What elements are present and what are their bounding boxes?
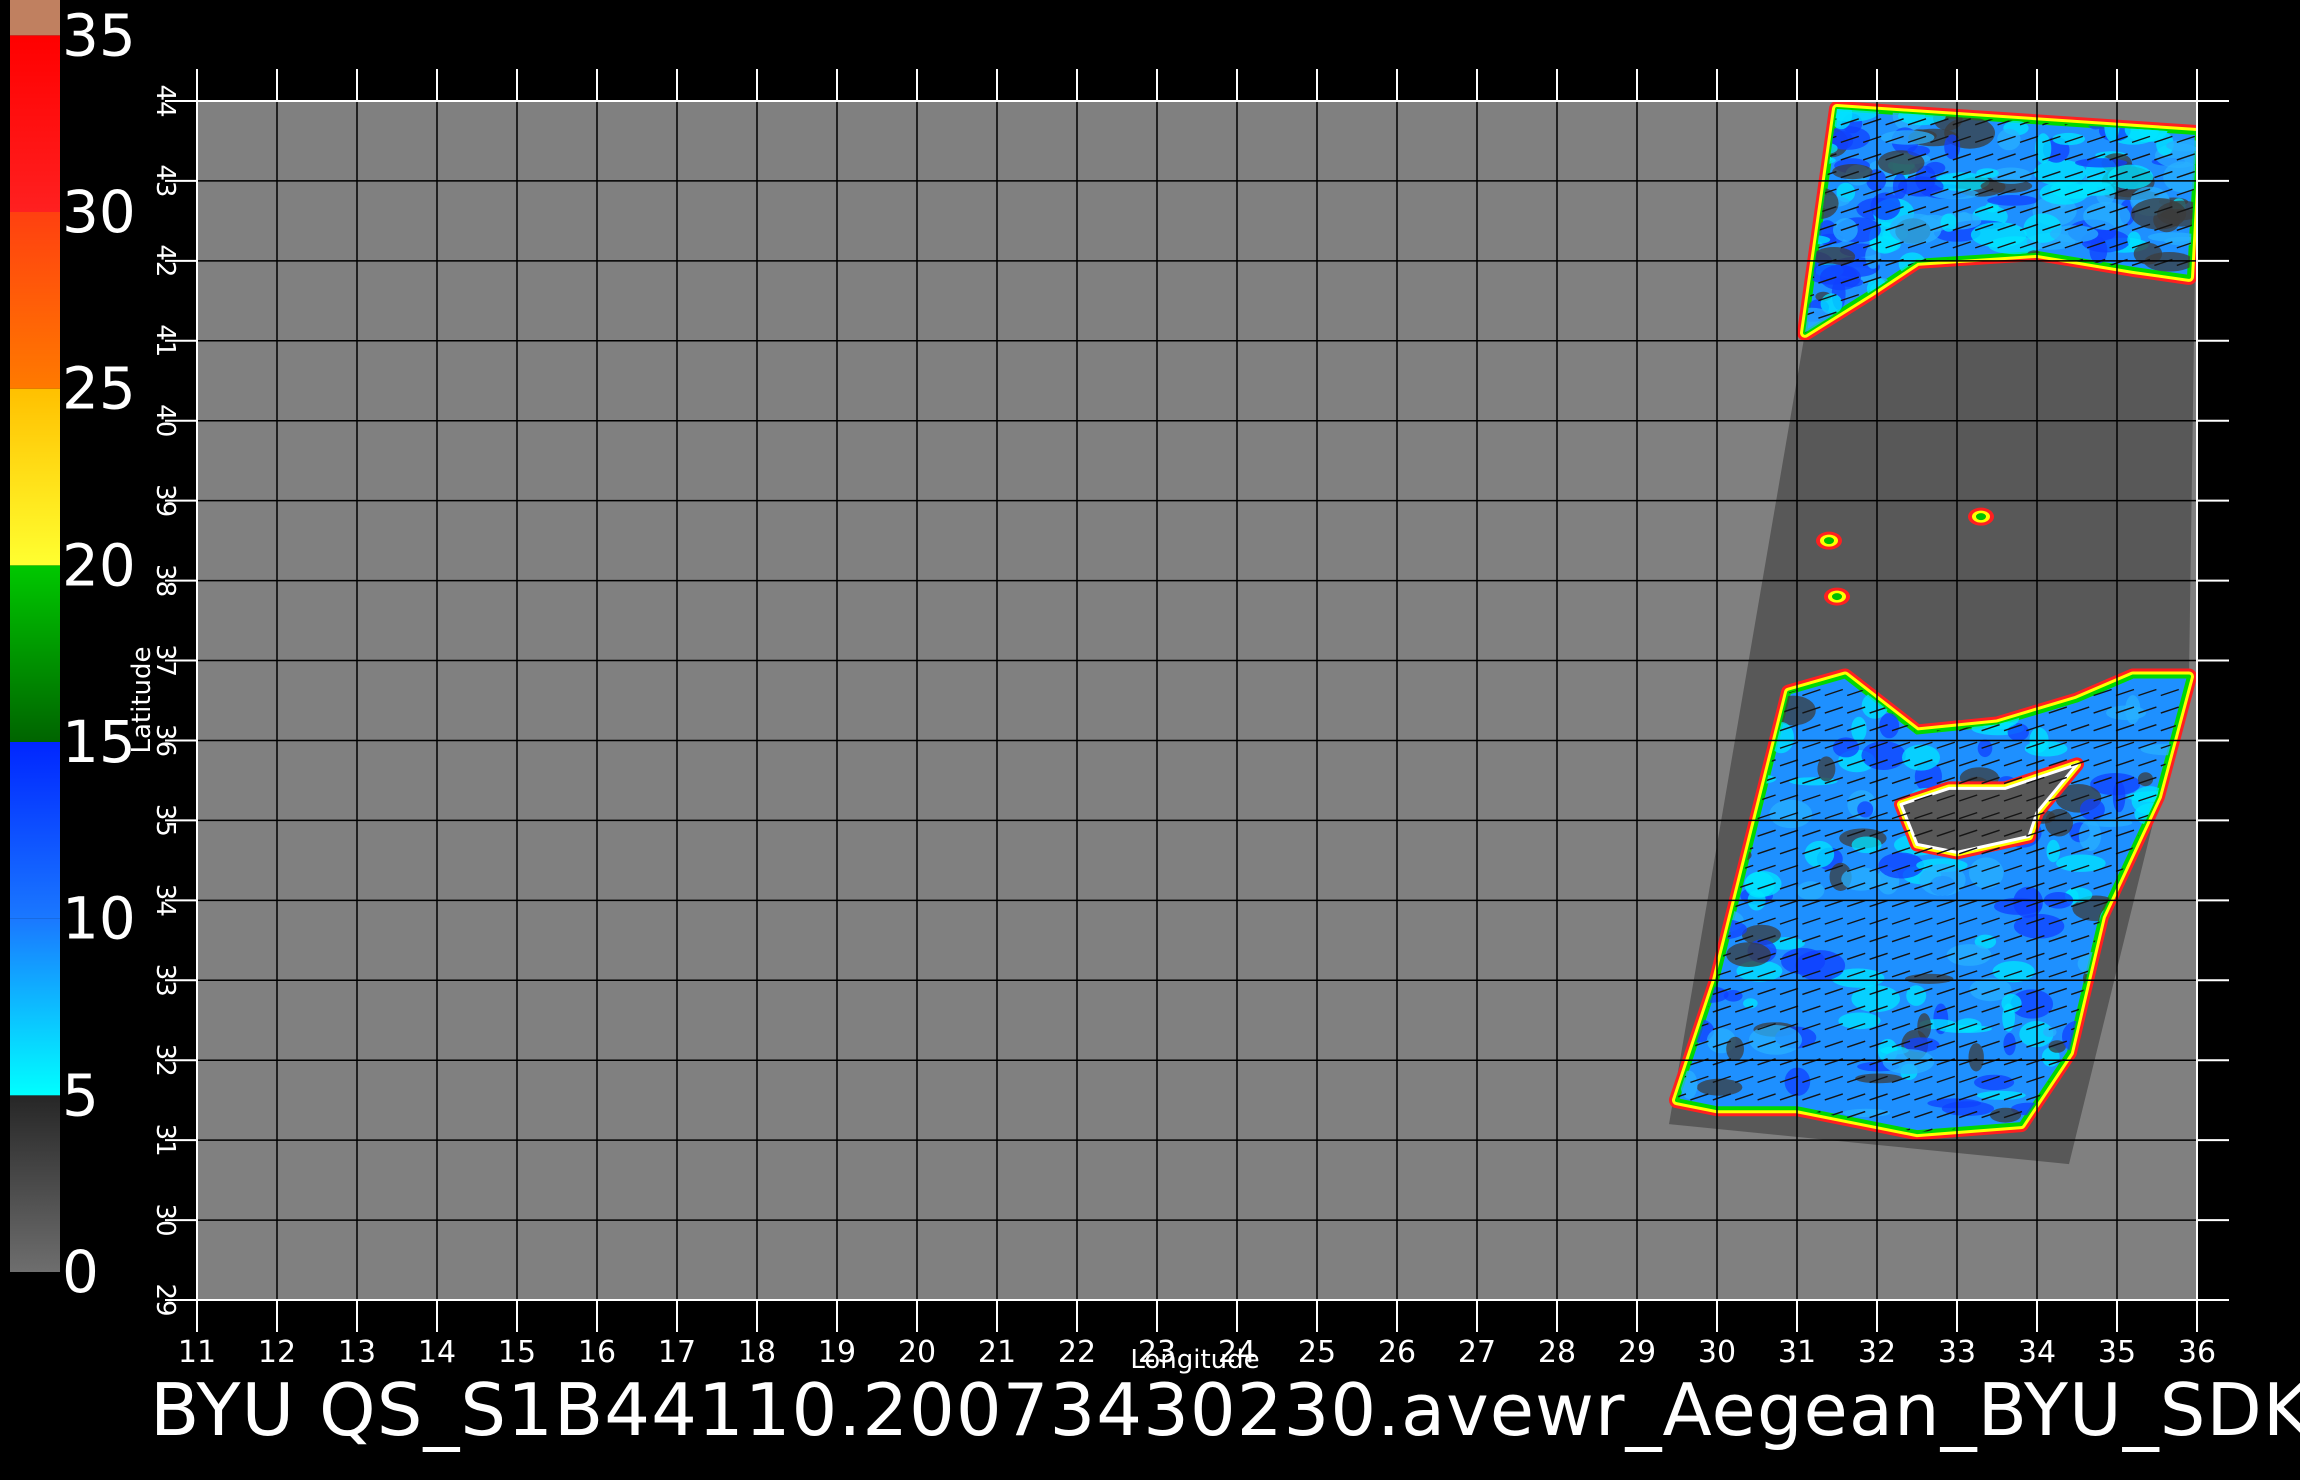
x-tick-label: 20 xyxy=(898,1335,936,1370)
lake xyxy=(1968,507,1994,526)
x-tick-label: 19 xyxy=(818,1335,856,1370)
x-tick-label: 35 xyxy=(2098,1335,2136,1370)
x-tick-label: 32 xyxy=(1858,1335,1896,1370)
y-tick-label: 29 xyxy=(150,1283,180,1316)
lake xyxy=(1824,587,1850,606)
x-tick-label: 11 xyxy=(178,1335,216,1370)
x-tick-label: 27 xyxy=(1458,1335,1496,1370)
map-area: 11 12 13 14 15 16 17 18 19 20 21 22 23 24 25 26 27 28 29 30… xyxy=(127,69,2229,1375)
x-tick-label: 22 xyxy=(1058,1335,1096,1370)
colorbar-label: 25 xyxy=(62,355,136,423)
x-tick-label: 21 xyxy=(978,1335,1016,1370)
x-tick-label: 29 xyxy=(1618,1335,1656,1370)
y-tick-label: 34 xyxy=(150,884,180,917)
x-tick-label: 12 xyxy=(258,1335,296,1370)
x-tick-label: 25 xyxy=(1298,1335,1336,1370)
colorbar-band xyxy=(10,212,60,389)
colorbar-label: 5 xyxy=(62,1061,99,1129)
colorbar-label: 10 xyxy=(62,885,136,953)
x-tick-label: 15 xyxy=(498,1335,536,1370)
colorbar-band xyxy=(10,388,60,566)
colorbar-band xyxy=(10,1095,60,1272)
y-tick-label: 38 xyxy=(150,564,180,597)
y-tick-label: 39 xyxy=(150,484,180,517)
x-tick-label: 30 xyxy=(1698,1335,1736,1370)
x-tick-label: 34 xyxy=(2018,1335,2056,1370)
y-axis-label: Latitude xyxy=(127,646,157,753)
colorbar-band xyxy=(10,565,60,742)
colorbar: 0 5 10 15 20 25 30 35 xyxy=(10,0,136,1306)
colorbar-band xyxy=(10,0,60,36)
x-tick-label: 33 xyxy=(1938,1335,1976,1370)
y-tick-label: 30 xyxy=(150,1204,180,1237)
figure-title: BYU QS_S1B44110.20073430230.avewr_Aegean… xyxy=(150,1368,2300,1452)
x-tick-label: 36 xyxy=(2178,1335,2216,1370)
x-tick-label: 17 xyxy=(658,1335,696,1370)
y-tick-label: 33 xyxy=(150,964,180,997)
x-tick-label: 18 xyxy=(738,1335,776,1370)
x-tick-label: 14 xyxy=(418,1335,456,1370)
y-tick-label: 42 xyxy=(150,244,180,277)
y-tick-label: 32 xyxy=(150,1044,180,1077)
y-tick-label: 40 xyxy=(150,404,180,437)
colorbar-label: 15 xyxy=(62,708,136,776)
x-tick-label: 28 xyxy=(1538,1335,1576,1370)
colorbar-band xyxy=(10,35,60,213)
x-tick-label: 16 xyxy=(578,1335,616,1370)
colorbar-label: 0 xyxy=(62,1238,99,1306)
x-tick-label: 13 xyxy=(338,1335,376,1370)
y-tick-label: 31 xyxy=(150,1124,180,1157)
colorbar-label: 20 xyxy=(62,531,136,599)
lake xyxy=(1816,531,1842,550)
y-tick-label: 35 xyxy=(150,804,180,837)
colorbar-label: 35 xyxy=(62,1,136,69)
colorbar-band xyxy=(10,918,60,1096)
y-tick-label: 44 xyxy=(150,84,180,117)
x-tick-label: 26 xyxy=(1378,1335,1416,1370)
x-tick-label: 31 xyxy=(1778,1335,1816,1370)
colorbar-label: 30 xyxy=(62,178,136,246)
colorbar-band xyxy=(10,742,60,919)
y-tick-label: 41 xyxy=(150,324,180,357)
y-tick-label: 43 xyxy=(150,164,180,197)
wind-map-figure: 0 5 10 15 20 25 30 35 11 12 13 14 15 16 17 18 19 20 21 22 2… xyxy=(10,0,2300,1452)
